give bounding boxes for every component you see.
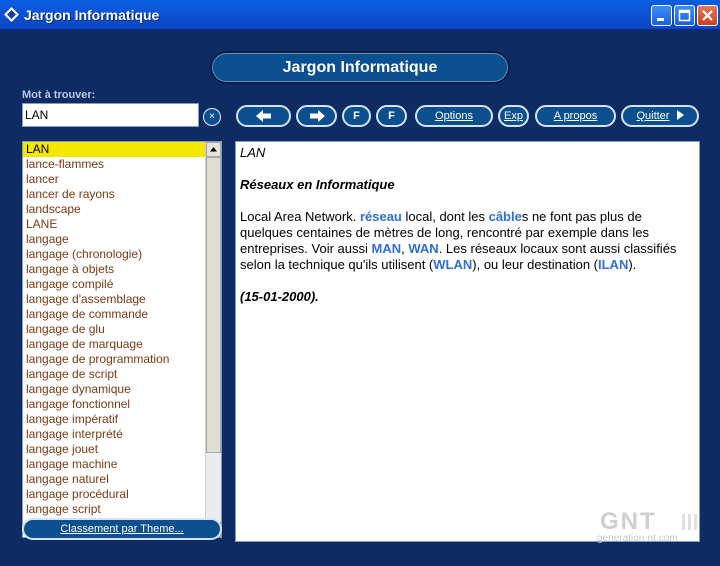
quit-button[interactable]: Quitter xyxy=(621,105,699,127)
body-text: ). xyxy=(628,257,637,272)
chevron-up-icon xyxy=(210,147,217,152)
link-wlan[interactable]: WLAN xyxy=(433,257,472,272)
list-item[interactable]: langage jouet xyxy=(23,442,206,457)
word-list-items: LAN lance-flammes lancer lancer de rayons la… xyxy=(23,142,206,517)
classement-label: Classement par Theme... xyxy=(60,523,184,535)
definition-term: LAN xyxy=(240,145,266,160)
list-item[interactable]: lance-flammes xyxy=(23,157,206,172)
body-text: local, dont les xyxy=(401,209,489,224)
minimize-button[interactable] xyxy=(651,5,672,26)
maximize-icon xyxy=(678,9,691,22)
list-item[interactable]: langage machine xyxy=(23,457,206,472)
back-button[interactable] xyxy=(236,105,291,127)
app-icon xyxy=(4,7,19,22)
list-item[interactable]: langage compilé xyxy=(23,277,206,292)
list-item[interactable]: LANE xyxy=(23,217,206,232)
app-header: Jargon Informatique xyxy=(210,51,510,84)
list-item[interactable]: langage de programmation xyxy=(23,352,206,367)
window-title: Jargon Informatique xyxy=(24,7,160,23)
list-item[interactable]: langage de commande xyxy=(23,307,206,322)
list-item[interactable]: lancer de rayons xyxy=(23,187,206,202)
export-button[interactable]: Exp xyxy=(498,105,529,127)
definition-date: (15-01-2000). xyxy=(240,289,319,304)
font-smaller-button[interactable]: F xyxy=(342,105,371,127)
link-man[interactable]: MAN xyxy=(372,241,402,256)
about-button[interactable]: A propos xyxy=(535,105,616,127)
list-item[interactable]: langage xyxy=(23,232,206,247)
list-item[interactable]: langage de glu xyxy=(23,322,206,337)
watermark-site: generation-nt.com xyxy=(597,533,678,544)
search-input[interactable] xyxy=(22,103,199,127)
list-item[interactable]: langage naturel xyxy=(23,472,206,487)
options-button[interactable]: Options xyxy=(415,105,493,127)
quit-label: Quitter xyxy=(636,110,670,122)
body-text: ), ou leur destination ( xyxy=(472,257,598,272)
title-bar: Jargon Informatique xyxy=(0,0,720,30)
watermark: GNT generation-nt.com xyxy=(597,508,715,548)
play-icon xyxy=(676,110,684,120)
definition-body: Local Area Network. réseau local, dont l… xyxy=(240,209,695,273)
options-label: Options xyxy=(435,110,473,122)
list-item[interactable]: landscape xyxy=(23,202,206,217)
export-label: Exp xyxy=(504,110,523,122)
link-cable[interactable]: câble xyxy=(489,209,522,224)
word-list[interactable]: LAN lance-flammes lancer lancer de rayons la… xyxy=(22,141,222,538)
watermark-logo: GNT xyxy=(600,508,657,535)
arrow-left-icon xyxy=(255,110,271,122)
list-item[interactable]: langage fonctionnel xyxy=(23,397,206,412)
list-item[interactable]: langage interprété xyxy=(23,427,206,442)
definition-category: Réseaux en Informatique xyxy=(240,177,395,192)
list-item[interactable]: langage procédural xyxy=(23,487,206,502)
link-reseau[interactable]: réseau xyxy=(360,209,402,224)
font-larger-button[interactable]: F xyxy=(376,105,407,127)
list-item[interactable]: langage de script xyxy=(23,367,206,382)
forward-button[interactable] xyxy=(296,105,337,127)
body-text: Local Area Network. xyxy=(240,209,360,224)
list-item[interactable]: langage à objets xyxy=(23,262,206,277)
list-item[interactable]: langage d'assemblage xyxy=(23,292,206,307)
maximize-button[interactable] xyxy=(674,5,695,26)
app-client-area: Jargon Informatique Mot à trouver: × F F… xyxy=(0,30,720,566)
close-button[interactable] xyxy=(697,5,718,26)
search-label: Mot à trouver: xyxy=(22,89,96,101)
link-wan[interactable]: WAN xyxy=(408,241,438,256)
about-label: A propos xyxy=(553,110,598,122)
list-item[interactable]: langage dynamique xyxy=(23,382,206,397)
clear-search-button[interactable]: × xyxy=(203,108,221,126)
link-ilan[interactable]: ILAN xyxy=(598,257,628,272)
list-item[interactable]: langage impératif xyxy=(23,412,206,427)
classement-button[interactable]: Classement par Theme... xyxy=(22,518,222,540)
list-item[interactable]: lancer xyxy=(23,172,206,187)
scroll-thumb[interactable] xyxy=(206,157,221,453)
list-item[interactable]: langage de marquage xyxy=(23,337,206,352)
list-item[interactable]: langage (chronologie) xyxy=(23,247,206,262)
word-list-scrollbar[interactable] xyxy=(205,142,221,537)
arrow-right-icon xyxy=(309,110,325,122)
minimize-icon xyxy=(657,18,664,21)
definition-panel: LAN Réseaux en Informatique Local Area N… xyxy=(235,141,700,542)
list-item[interactable]: LAN xyxy=(23,142,206,157)
watermark-bars-icon xyxy=(682,512,702,537)
scroll-up-button[interactable] xyxy=(206,142,221,157)
list-item[interactable]: langage script xyxy=(23,502,206,517)
close-icon xyxy=(702,10,713,21)
